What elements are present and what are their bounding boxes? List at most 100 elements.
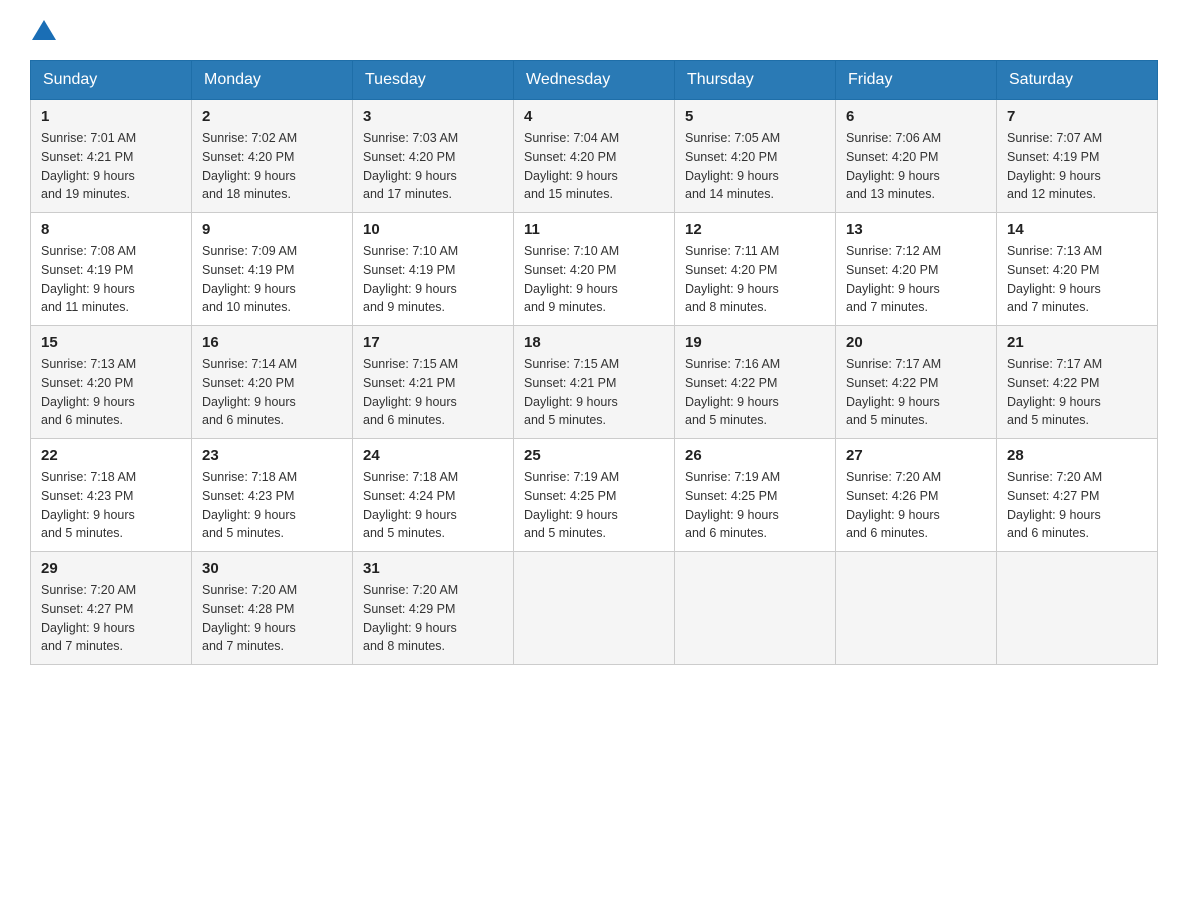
calendar-cell: 6 Sunrise: 7:06 AMSunset: 4:20 PMDaylight…	[836, 100, 997, 213]
day-info: Sunrise: 7:04 AMSunset: 4:20 PMDaylight:…	[524, 129, 664, 204]
day-info: Sunrise: 7:20 AMSunset: 4:26 PMDaylight:…	[846, 468, 986, 543]
calendar-cell: 9 Sunrise: 7:09 AMSunset: 4:19 PMDaylight…	[192, 213, 353, 326]
day-info: Sunrise: 7:15 AMSunset: 4:21 PMDaylight:…	[363, 355, 503, 430]
day-number: 6	[846, 108, 986, 125]
calendar-cell	[997, 552, 1158, 665]
day-number: 30	[202, 560, 342, 577]
day-number: 1	[41, 108, 181, 125]
calendar-cell: 17 Sunrise: 7:15 AMSunset: 4:21 PMDayligh…	[353, 326, 514, 439]
calendar-cell: 26Sunrise: 7:19 AMSunset: 4:25 PMDayligh…	[675, 439, 836, 552]
calendar-cell: 21 Sunrise: 7:17 AMSunset: 4:22 PMDayligh…	[997, 326, 1158, 439]
day-number: 20	[846, 334, 986, 351]
calendar-cell: 13 Sunrise: 7:12 AMSunset: 4:20 PMDayligh…	[836, 213, 997, 326]
calendar-cell: 10 Sunrise: 7:10 AMSunset: 4:19 PMDayligh…	[353, 213, 514, 326]
day-number: 13	[846, 221, 986, 238]
day-info: Sunrise: 7:09 AMSunset: 4:19 PMDaylight:…	[202, 242, 342, 317]
day-number: 3	[363, 108, 503, 125]
day-number: 28	[1007, 447, 1147, 464]
day-number: 23	[202, 447, 342, 464]
calendar-week-row: 8 Sunrise: 7:08 AMSunset: 4:19 PMDaylight…	[31, 213, 1158, 326]
day-header-thursday: Thursday	[675, 61, 836, 100]
calendar-cell: 15 Sunrise: 7:13 AMSunset: 4:20 PMDayligh…	[31, 326, 192, 439]
day-header-wednesday: Wednesday	[514, 61, 675, 100]
calendar-week-row: 29 Sunrise: 7:20 AMSunset: 4:27 PMDayligh…	[31, 552, 1158, 665]
calendar-cell: 2 Sunrise: 7:02 AMSunset: 4:20 PMDaylight…	[192, 100, 353, 213]
day-header-tuesday: Tuesday	[353, 61, 514, 100]
day-number: 8	[41, 221, 181, 238]
day-info: Sunrise: 7:17 AMSunset: 4:22 PMDaylight:…	[846, 355, 986, 430]
day-info: Sunrise: 7:18 AMSunset: 4:23 PMDaylight:…	[41, 468, 181, 543]
calendar-header-row: SundayMondayTuesdayWednesdayThursdayFrid…	[31, 61, 1158, 100]
day-number: 11	[524, 221, 664, 238]
calendar-cell: 30Sunrise: 7:20 AMSunset: 4:28 PMDayligh…	[192, 552, 353, 665]
day-info: Sunrise: 7:06 AMSunset: 4:20 PMDaylight:…	[846, 129, 986, 204]
calendar-cell: 3 Sunrise: 7:03 AMSunset: 4:20 PMDaylight…	[353, 100, 514, 213]
calendar-cell: 27 Sunrise: 7:20 AMSunset: 4:26 PMDayligh…	[836, 439, 997, 552]
day-info: Sunrise: 7:20 AMSunset: 4:27 PMDaylight:…	[41, 581, 181, 656]
day-info: Sunrise: 7:15 AMSunset: 4:21 PMDaylight:…	[524, 355, 664, 430]
day-info: Sunrise: 7:11 AMSunset: 4:20 PMDaylight:…	[685, 242, 825, 317]
day-header-monday: Monday	[192, 61, 353, 100]
calendar-cell: 1 Sunrise: 7:01 AMSunset: 4:21 PMDaylight…	[31, 100, 192, 213]
day-info: Sunrise: 7:18 AMSunset: 4:24 PMDaylight:…	[363, 468, 503, 543]
day-number: 7	[1007, 108, 1147, 125]
day-info: Sunrise: 7:16 AMSunset: 4:22 PMDaylight:…	[685, 355, 825, 430]
day-info: Sunrise: 7:05 AMSunset: 4:20 PMDaylight:…	[685, 129, 825, 204]
calendar-cell: 29 Sunrise: 7:20 AMSunset: 4:27 PMDayligh…	[31, 552, 192, 665]
day-header-sunday: Sunday	[31, 61, 192, 100]
day-number: 12	[685, 221, 825, 238]
logo-triangle-icon	[32, 20, 56, 40]
calendar-cell: 8 Sunrise: 7:08 AMSunset: 4:19 PMDaylight…	[31, 213, 192, 326]
calendar-week-row: 15 Sunrise: 7:13 AMSunset: 4:20 PMDayligh…	[31, 326, 1158, 439]
day-number: 22	[41, 447, 181, 464]
day-info: Sunrise: 7:18 AMSunset: 4:23 PMDaylight:…	[202, 468, 342, 543]
day-number: 5	[685, 108, 825, 125]
day-number: 17	[363, 334, 503, 351]
day-number: 14	[1007, 221, 1147, 238]
calendar-cell: 5 Sunrise: 7:05 AMSunset: 4:20 PMDaylight…	[675, 100, 836, 213]
day-number: 2	[202, 108, 342, 125]
day-info: Sunrise: 7:20 AMSunset: 4:29 PMDaylight:…	[363, 581, 503, 656]
day-info: Sunrise: 7:12 AMSunset: 4:20 PMDaylight:…	[846, 242, 986, 317]
day-number: 21	[1007, 334, 1147, 351]
day-info: Sunrise: 7:14 AMSunset: 4:20 PMDaylight:…	[202, 355, 342, 430]
day-number: 10	[363, 221, 503, 238]
day-info: Sunrise: 7:08 AMSunset: 4:19 PMDaylight:…	[41, 242, 181, 317]
day-info: Sunrise: 7:19 AMSunset: 4:25 PMDaylight:…	[685, 468, 825, 543]
calendar-cell: 14Sunrise: 7:13 AMSunset: 4:20 PMDayligh…	[997, 213, 1158, 326]
calendar-cell: 7 Sunrise: 7:07 AMSunset: 4:19 PMDaylight…	[997, 100, 1158, 213]
calendar-cell: 24 Sunrise: 7:18 AMSunset: 4:24 PMDayligh…	[353, 439, 514, 552]
day-number: 19	[685, 334, 825, 351]
day-number: 29	[41, 560, 181, 577]
day-info: Sunrise: 7:01 AMSunset: 4:21 PMDaylight:…	[41, 129, 181, 204]
day-info: Sunrise: 7:10 AMSunset: 4:20 PMDaylight:…	[524, 242, 664, 317]
day-number: 31	[363, 560, 503, 577]
calendar-cell: 18Sunrise: 7:15 AMSunset: 4:21 PMDayligh…	[514, 326, 675, 439]
day-header-friday: Friday	[836, 61, 997, 100]
day-number: 27	[846, 447, 986, 464]
day-number: 9	[202, 221, 342, 238]
calendar-cell: 11 Sunrise: 7:10 AMSunset: 4:20 PMDayligh…	[514, 213, 675, 326]
calendar-cell: 20 Sunrise: 7:17 AMSunset: 4:22 PMDayligh…	[836, 326, 997, 439]
calendar-cell: 19 Sunrise: 7:16 AMSunset: 4:22 PMDayligh…	[675, 326, 836, 439]
day-info: Sunrise: 7:07 AMSunset: 4:19 PMDaylight:…	[1007, 129, 1147, 204]
calendar-cell: 4Sunrise: 7:04 AMSunset: 4:20 PMDaylight…	[514, 100, 675, 213]
calendar-cell: 22 Sunrise: 7:18 AMSunset: 4:23 PMDayligh…	[31, 439, 192, 552]
day-info: Sunrise: 7:03 AMSunset: 4:20 PMDaylight:…	[363, 129, 503, 204]
calendar-week-row: 22 Sunrise: 7:18 AMSunset: 4:23 PMDayligh…	[31, 439, 1158, 552]
day-info: Sunrise: 7:20 AMSunset: 4:27 PMDaylight:…	[1007, 468, 1147, 543]
day-info: Sunrise: 7:13 AMSunset: 4:20 PMDaylight:…	[41, 355, 181, 430]
calendar-cell: 16Sunrise: 7:14 AMSunset: 4:20 PMDayligh…	[192, 326, 353, 439]
day-number: 24	[363, 447, 503, 464]
day-number: 15	[41, 334, 181, 351]
calendar-cell	[836, 552, 997, 665]
calendar-cell: 25Sunrise: 7:19 AMSunset: 4:25 PMDayligh…	[514, 439, 675, 552]
day-info: Sunrise: 7:17 AMSunset: 4:22 PMDaylight:…	[1007, 355, 1147, 430]
calendar-cell	[514, 552, 675, 665]
day-info: Sunrise: 7:19 AMSunset: 4:25 PMDaylight:…	[524, 468, 664, 543]
calendar-cell: 31 Sunrise: 7:20 AMSunset: 4:29 PMDayligh…	[353, 552, 514, 665]
calendar-cell: 23 Sunrise: 7:18 AMSunset: 4:23 PMDayligh…	[192, 439, 353, 552]
day-info: Sunrise: 7:02 AMSunset: 4:20 PMDaylight:…	[202, 129, 342, 204]
day-info: Sunrise: 7:10 AMSunset: 4:19 PMDaylight:…	[363, 242, 503, 317]
calendar-table: SundayMondayTuesdayWednesdayThursdayFrid…	[30, 60, 1158, 665]
